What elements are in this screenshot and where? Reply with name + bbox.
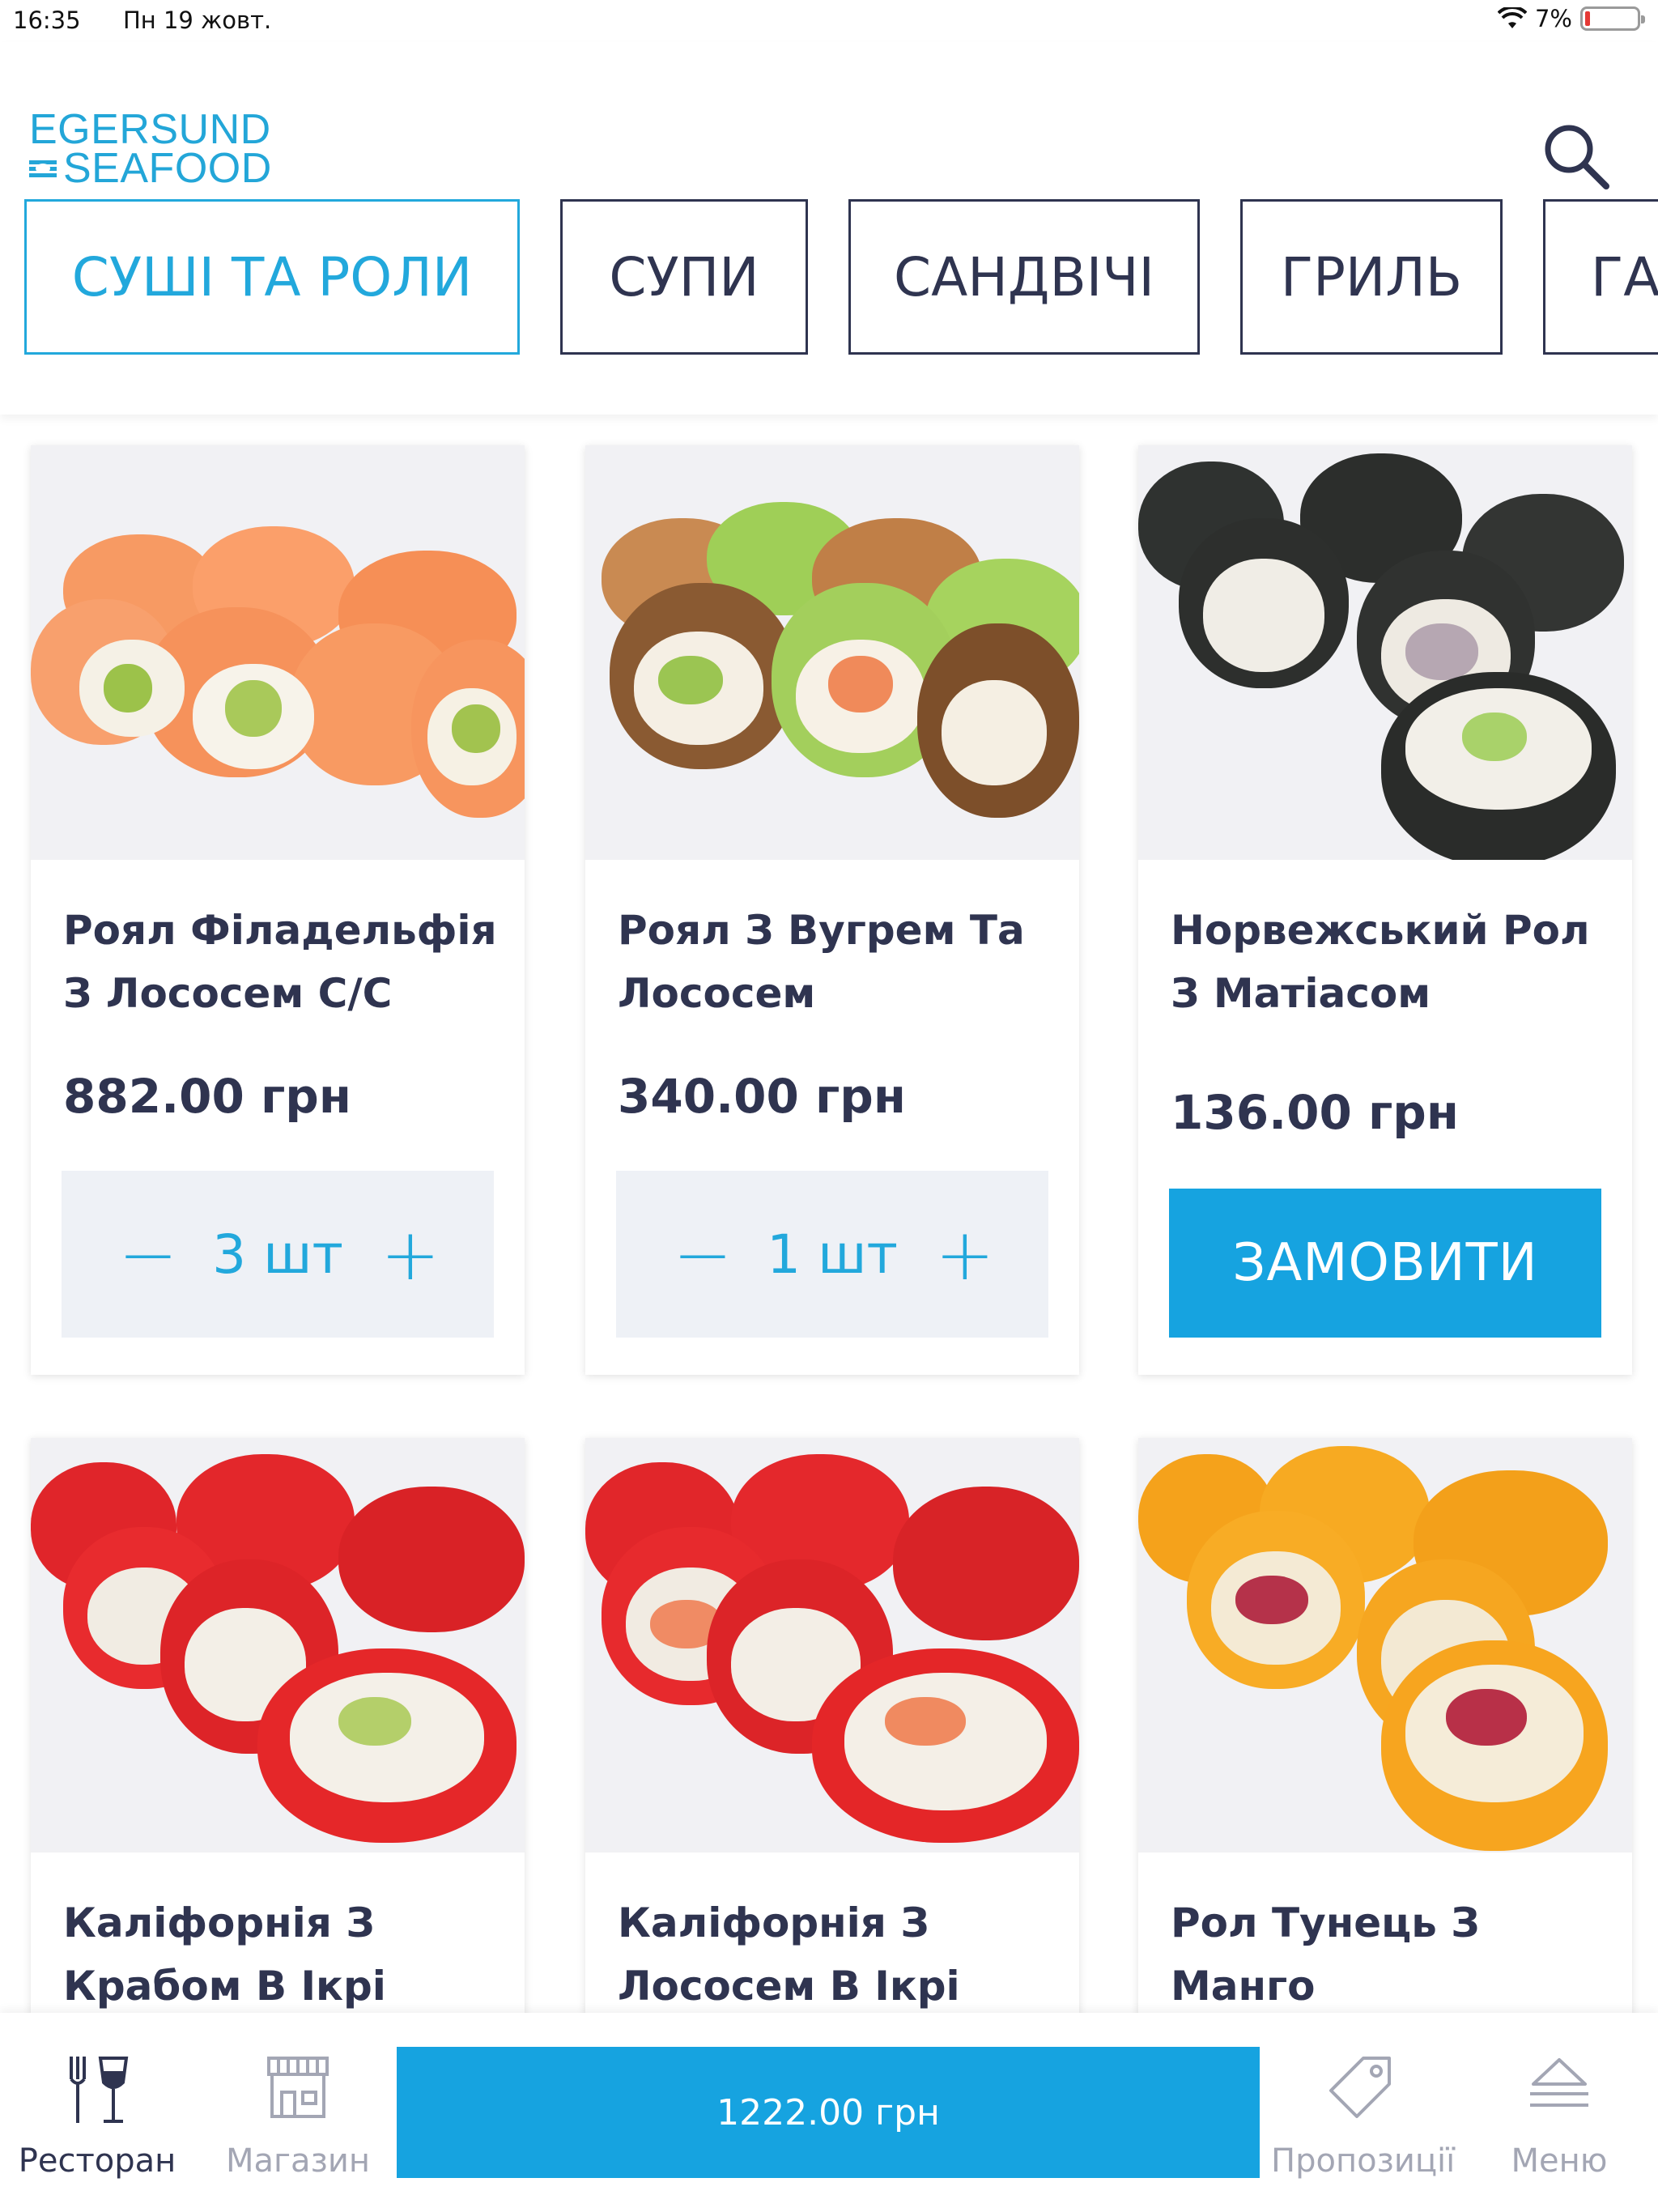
nav-shop-label: Магазин	[226, 2142, 370, 2180]
restaurant-icon	[70, 2057, 129, 2123]
search-icon[interactable]	[1541, 121, 1609, 189]
product-image	[585, 1438, 1079, 1853]
product-name: Роял З Вугрем Та Лососем	[618, 907, 1025, 1017]
tab-soups[interactable]: СУПИ	[560, 199, 808, 355]
product-name: Каліфорнія З Крабом В Ікрі	[63, 1899, 386, 2010]
brand-line-2: SEAFOOD	[63, 145, 272, 192]
product-card[interactable]: Каліфорнія З Крабом В Ікрі	[31, 1438, 525, 2053]
quantity-value: 3 шт	[212, 1223, 343, 1286]
bottom-navigation: Ресторан Магазин 1222.00 грн Пропозиції …	[0, 2013, 1658, 2212]
product-name: Рол Тунець З Манго	[1171, 1899, 1480, 2010]
tab-sandwiches[interactable]: САНДВІЧІ	[848, 199, 1200, 355]
product-price: 136.00 грн	[1171, 1085, 1459, 1140]
shop-icon	[267, 2057, 329, 2118]
wifi-icon	[1497, 7, 1527, 28]
product-image	[1138, 1438, 1632, 1853]
product-card[interactable]: Норвежський Рол З Матіасом 136.00 грн ЗА…	[1138, 445, 1632, 1375]
tag-icon	[1329, 2057, 1391, 2118]
product-image	[585, 445, 1079, 860]
tab-sushi-rolls[interactable]: СУШІ ТА РОЛИ	[24, 199, 520, 355]
nav-menu-label: Меню	[1511, 2142, 1608, 2180]
battery-percent: 7%	[1534, 5, 1572, 32]
nav-restaurant-label: Ресторан	[18, 2142, 176, 2180]
tab-partial[interactable]: ГАР	[1543, 199, 1658, 355]
product-image	[1138, 445, 1632, 860]
product-image	[31, 445, 525, 860]
brand-line-1: EGERSUND	[29, 106, 271, 153]
product-price: 340.00 грн	[618, 1069, 906, 1124]
cart-total-button[interactable]: 1222.00 грн	[397, 2047, 1260, 2178]
increment-button[interactable]: +	[380, 1213, 440, 1296]
nav-offers[interactable]: Пропозиції	[1271, 2013, 1456, 2212]
nav-offers-label: Пропозиції	[1271, 2142, 1456, 2180]
product-card[interactable]: Роял Філадельфія З Лососем С/С 882.00 гр…	[31, 445, 525, 1375]
battery-icon	[1580, 6, 1645, 31]
product-price: 882.00 грн	[63, 1069, 351, 1124]
product-name: Каліфорнія З Лососем В Ікрі	[618, 1899, 960, 2010]
product-name: Норвежський Рол З Матіасом	[1171, 907, 1590, 1017]
nav-shop[interactable]: Магазин	[209, 2013, 387, 2212]
product-card[interactable]: Роял З Вугрем Та Лососем 340.00 грн − 1 …	[585, 445, 1079, 1375]
quantity-stepper: − 1 шт +	[616, 1171, 1048, 1338]
nav-menu[interactable]: Меню	[1470, 2013, 1648, 2212]
status-date: Пн 19 жовт.	[123, 6, 272, 34]
decrement-button[interactable]: −	[118, 1213, 178, 1296]
nav-restaurant[interactable]: Ресторан	[8, 2013, 186, 2212]
status-time: 16:35	[13, 6, 81, 34]
status-bar: 16:35 Пн 19 жовт. 7%	[0, 0, 1658, 42]
fish-logo-icon	[29, 160, 57, 177]
order-button[interactable]: ЗАМОВИТИ	[1169, 1189, 1601, 1338]
product-name: Роял Філадельфія З Лососем С/С	[63, 907, 497, 1017]
category-tabs: СУШІ ТА РОЛИ СУПИ САНДВІЧІ ГРИЛЬ ГАР	[24, 199, 1658, 355]
product-image	[31, 1438, 525, 1853]
decrement-button[interactable]: −	[673, 1213, 733, 1296]
status-right: 7%	[1497, 5, 1645, 32]
quantity-value: 1 шт	[767, 1223, 898, 1286]
tab-grill[interactable]: ГРИЛЬ	[1240, 199, 1503, 355]
product-card[interactable]: Каліфорнія З Лососем В Ікрі	[585, 1438, 1079, 2053]
brand-logo[interactable]: EGERSUND SEAFOOD	[29, 106, 272, 189]
product-card[interactable]: Рол Тунець З Манго	[1138, 1438, 1632, 2053]
increment-button[interactable]: +	[935, 1213, 995, 1296]
menu-icon	[1530, 2058, 1588, 2107]
quantity-stepper: − 3 шт +	[62, 1171, 494, 1338]
